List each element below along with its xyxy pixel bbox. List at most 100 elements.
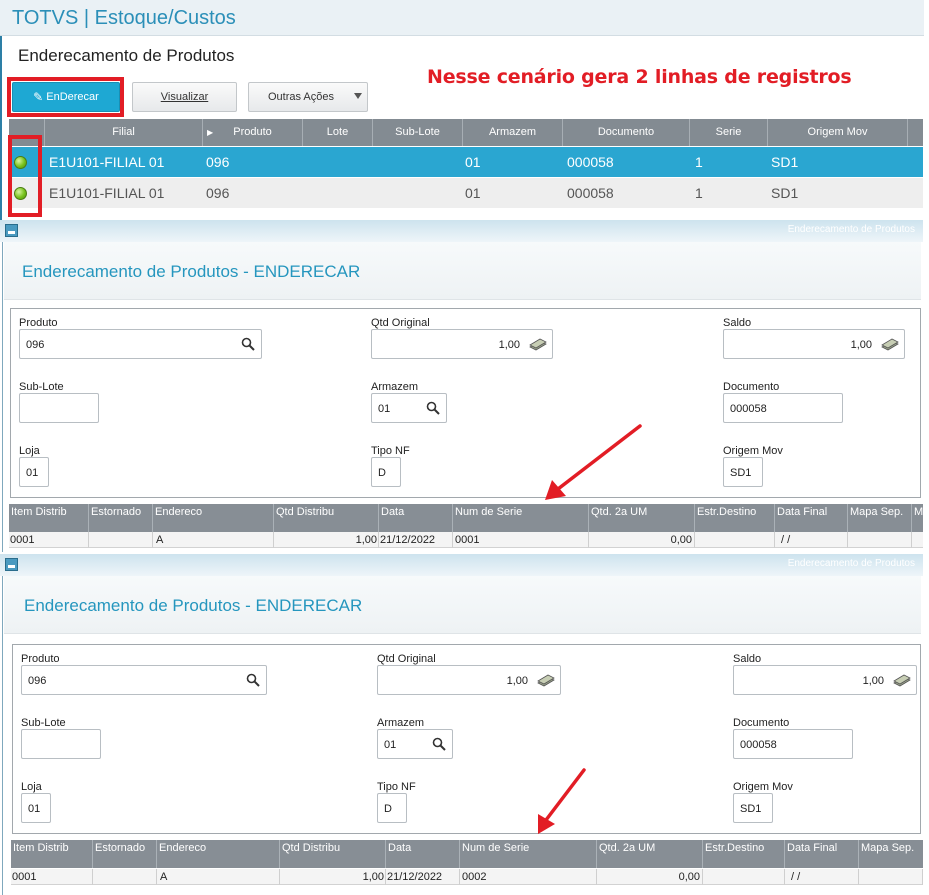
grid-header-produto-label: Produto [233, 126, 272, 138]
status-green-icon [14, 156, 27, 169]
sublote-field[interactable] [19, 393, 99, 423]
produto-field[interactable]: 096 [19, 329, 262, 359]
qtd-original-value: 1,00 [506, 675, 528, 687]
col-data[interactable]: Data [386, 840, 460, 868]
armazem-field[interactable]: 01 [377, 729, 453, 759]
col-estornado[interactable]: Estornado [89, 504, 153, 532]
grid-header-documento[interactable]: Documento [563, 119, 690, 146]
armazem-field[interactable]: 01 [371, 393, 447, 423]
modal-bar-title: Enderecamento de Produtos [787, 558, 915, 569]
app-header: TOTVS | Estoque/Custos [0, 0, 924, 36]
cell-estornado [93, 869, 157, 885]
qtd-original-label: Qtd Original [371, 317, 430, 329]
tipo-nf-field[interactable]: D [377, 793, 407, 823]
col-num-serie[interactable]: Num de Serie [453, 504, 589, 532]
app-title: TOTVS | Estoque/Custos [12, 7, 236, 29]
table-row[interactable]: 0001 A 1,00 21/12/2022 0002 0,00 / / [11, 869, 923, 885]
table-row[interactable]: 0001 A 1,00 21/12/2022 0001 0,00 / / [9, 532, 923, 548]
loja-value: 01 [26, 467, 39, 479]
produto-field[interactable]: 096 [21, 665, 267, 695]
origem-mov-label: Origem Mov [733, 781, 793, 793]
money-icon [881, 338, 899, 351]
cell-filial: E1U101-FILIAL 01 [49, 154, 165, 170]
cell-endereco: A [157, 869, 280, 885]
caret-down-icon [354, 93, 362, 99]
origem-mov-field[interactable]: SD1 [723, 457, 763, 487]
modal-title: Enderecamento de Produtos - ENDERECAR [22, 262, 361, 281]
tipo-nf-field[interactable]: D [371, 457, 401, 487]
produto-label: Produto [19, 317, 58, 329]
col-estornado[interactable]: Estornado [93, 840, 157, 868]
documento-field[interactable]: 000058 [733, 729, 853, 759]
col-mapa-sep[interactable]: Mapa Sep. [859, 840, 923, 868]
armazem-value: 01 [378, 403, 391, 415]
cell-data-final: / / [785, 869, 859, 885]
window-icon[interactable] [5, 224, 18, 237]
col-item-distrib[interactable]: Item Distrib [11, 840, 93, 868]
col-qtd-2a-um[interactable]: Qtd. 2a UM [589, 504, 695, 532]
saldo-field[interactable]: 1,00 [733, 665, 917, 695]
col-m[interactable]: M [912, 504, 923, 532]
cell-num-serie: 0001 [453, 532, 589, 548]
saldo-value: 1,00 [862, 675, 884, 687]
cell-qtd-2a-um: 0,00 [597, 869, 703, 885]
col-mapa-sep[interactable]: Mapa Sep. [848, 504, 912, 532]
cell-serie: 1 [695, 185, 703, 201]
armazem-label: Armazem [371, 381, 419, 393]
origem-mov-label: Origem Mov [723, 445, 783, 457]
enderecar-button[interactable]: ✎ EnDerecar [12, 82, 120, 112]
produto-label: Produto [21, 653, 60, 665]
table-row[interactable]: E1U101-FILIAL 01 096 01 000058 1 SD1 [9, 147, 923, 177]
grid-header-origem[interactable]: Origem Mov [768, 119, 908, 146]
cell-documento: 000058 [567, 154, 614, 170]
grid-header-serie[interactable]: Serie [690, 119, 768, 146]
col-data-final[interactable]: Data Final [785, 840, 859, 868]
col-data-final[interactable]: Data Final [775, 504, 848, 532]
table-row[interactable]: E1U101-FILIAL 01 096 01 000058 1 SD1 [9, 178, 923, 208]
grid-header-filial[interactable]: Filial [45, 119, 203, 146]
saldo-field[interactable]: 1,00 [723, 329, 905, 359]
enderecar-label: EnDerecar [46, 91, 99, 103]
cell-data: 21/12/2022 [386, 869, 460, 885]
sublote-label: Sub-Lote [19, 381, 64, 393]
modal-frame-line [2, 242, 3, 552]
documento-label: Documento [733, 717, 790, 729]
col-num-serie[interactable]: Num de Serie [460, 840, 597, 868]
search-icon[interactable] [246, 673, 260, 687]
search-icon[interactable] [426, 401, 440, 415]
col-endereco[interactable]: Endereco [153, 504, 274, 532]
cell-item: 0001 [11, 869, 93, 885]
cell-num-serie: 0002 [460, 869, 597, 885]
col-qtd-distribu[interactable]: Qtd Distribu [280, 840, 386, 868]
cell-armazem: 01 [465, 185, 481, 201]
grid-header-sublote[interactable]: Sub-Lote [373, 119, 463, 146]
outras-acoes-button[interactable]: Outras Ações [248, 82, 368, 112]
origem-mov-field[interactable]: SD1 [733, 793, 773, 823]
visualizar-button[interactable]: Visualizar [132, 82, 237, 112]
grid-header-produto[interactable]: ▶ Produto [203, 119, 303, 146]
window-icon[interactable] [5, 558, 18, 571]
col-estr-destino[interactable]: Estr.Destino [695, 504, 775, 532]
col-endereco[interactable]: Endereco [157, 840, 280, 868]
qtd-original-field[interactable]: 1,00 [377, 665, 561, 695]
col-qtd-2a-um[interactable]: Qtd. 2a UM [597, 840, 703, 868]
grid-header-status [9, 119, 45, 146]
grid-header-armazem[interactable]: Armazem [463, 119, 563, 146]
loja-field[interactable]: 01 [21, 793, 51, 823]
col-estr-destino[interactable]: Estr.Destino [703, 840, 785, 868]
search-icon[interactable] [432, 737, 446, 751]
qtd-original-field[interactable]: 1,00 [371, 329, 553, 359]
modal-title-bar: Enderecamento de Produtos [0, 554, 923, 576]
documento-field[interactable]: 000058 [723, 393, 843, 423]
loja-field[interactable]: 01 [19, 457, 49, 487]
sublote-field[interactable] [21, 729, 101, 759]
grid-header-lote[interactable]: Lote [303, 119, 373, 146]
cell-origem: SD1 [771, 185, 799, 201]
modal-title: Enderecamento de Produtos - ENDERECAR [24, 596, 363, 615]
annotation-text: Nesse cenário gera 2 linhas de registros [427, 66, 852, 88]
col-data[interactable]: Data [379, 504, 453, 532]
col-item-distrib[interactable]: Item Distrib [9, 504, 89, 532]
search-icon[interactable] [241, 337, 255, 351]
form-panel: Produto 096 Qtd Original 1,00 Saldo 1,00… [12, 644, 921, 834]
col-qtd-distribu[interactable]: Qtd Distribu [274, 504, 379, 532]
